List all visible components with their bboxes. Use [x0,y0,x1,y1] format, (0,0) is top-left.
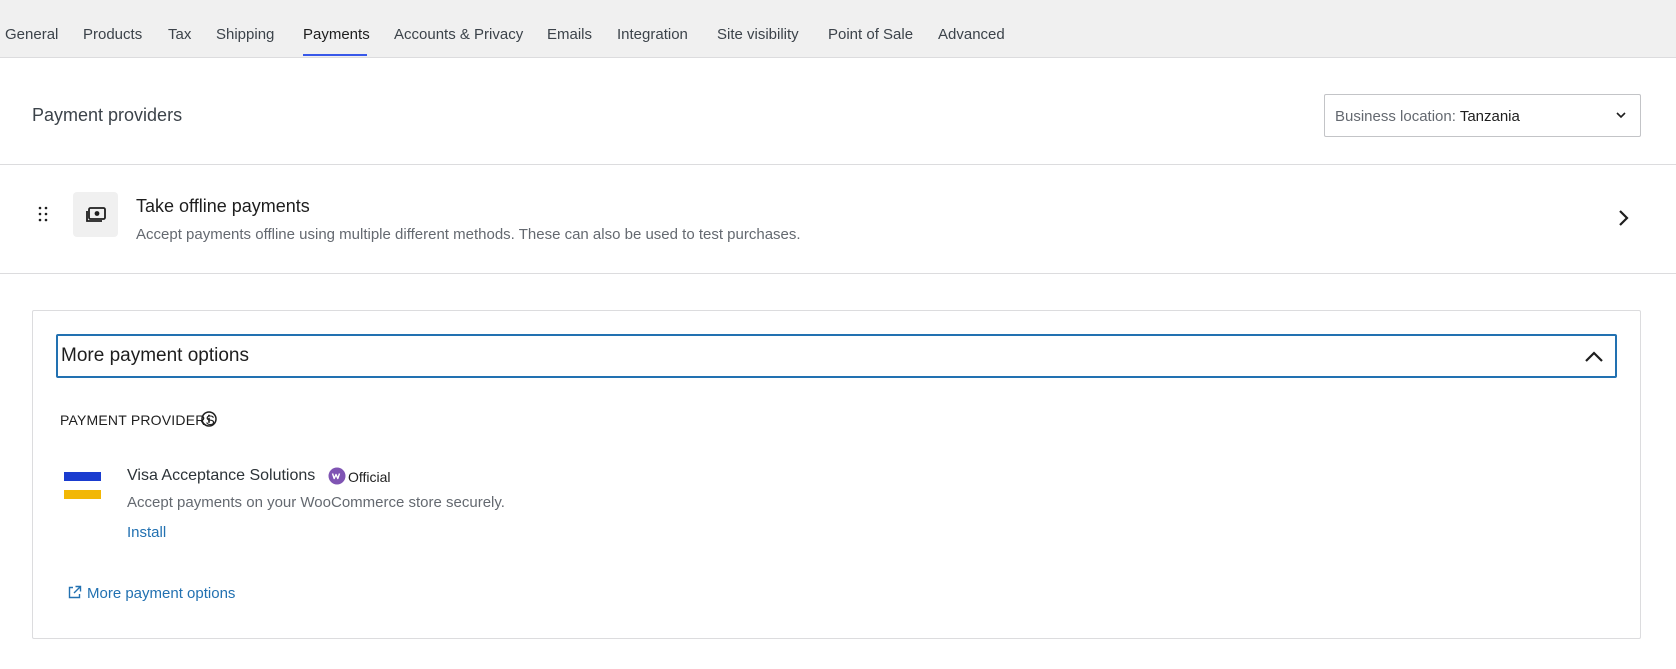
logo-blue-bar [64,472,101,481]
divider [0,164,1676,165]
tab-products[interactable]: Products [83,26,142,43]
offline-payments-description: Accept payments offline using multiple d… [136,226,801,243]
visa-acceptance-logo [64,472,101,500]
more-payment-options-link[interactable]: More payment options [87,585,235,602]
settings-tabs-bar: General Products Tax Shipping Payments A… [0,0,1676,58]
tab-general[interactable]: General [5,26,58,43]
business-location-value: Tanzania [1459,108,1520,125]
official-label: Official [348,469,391,485]
active-tab-indicator [303,54,367,56]
chevron-right-icon[interactable] [1613,207,1633,229]
payment-providers-heading: PAYMENT PROVIDERS [60,412,216,428]
provider-description: Accept payments on your WooCommerce stor… [127,494,505,511]
woo-icon [328,467,346,485]
install-link[interactable]: Install [127,524,166,541]
cash-icon [86,207,106,222]
tab-tax[interactable]: Tax [168,26,191,43]
offline-payments-title[interactable]: Take offline payments [136,196,310,217]
logo-yellow-bar [64,490,101,499]
divider [0,273,1676,274]
tab-advanced[interactable]: Advanced [938,26,1005,43]
tab-shipping[interactable]: Shipping [216,26,274,43]
tab-emails[interactable]: Emails [547,26,592,43]
page-title: Payment providers [32,105,183,125]
tab-site-visibility[interactable]: Site visibility [717,26,799,43]
external-link-icon [68,585,82,599]
info-icon[interactable] [200,410,218,428]
tab-payments[interactable]: Payments [303,26,370,43]
business-location-select[interactable]: Business location: Tanzania [1324,94,1641,137]
provider-name: Visa Acceptance Solutions [127,467,316,484]
chevron-up-icon [1585,351,1603,362]
offline-payments-icon-box [73,192,118,237]
business-location-label: Business location: Tanzania [1335,108,1520,125]
more-payment-options-title: More payment options [61,345,249,366]
tab-accounts-privacy[interactable]: Accounts & Privacy [394,26,523,43]
tab-point-of-sale[interactable]: Point of Sale [828,26,913,43]
more-payment-options-toggle[interactable]: More payment options [56,334,1617,378]
chevron-down-icon [1616,112,1626,119]
drag-handle-icon[interactable] [36,205,50,223]
tab-integration[interactable]: Integration [617,26,688,43]
